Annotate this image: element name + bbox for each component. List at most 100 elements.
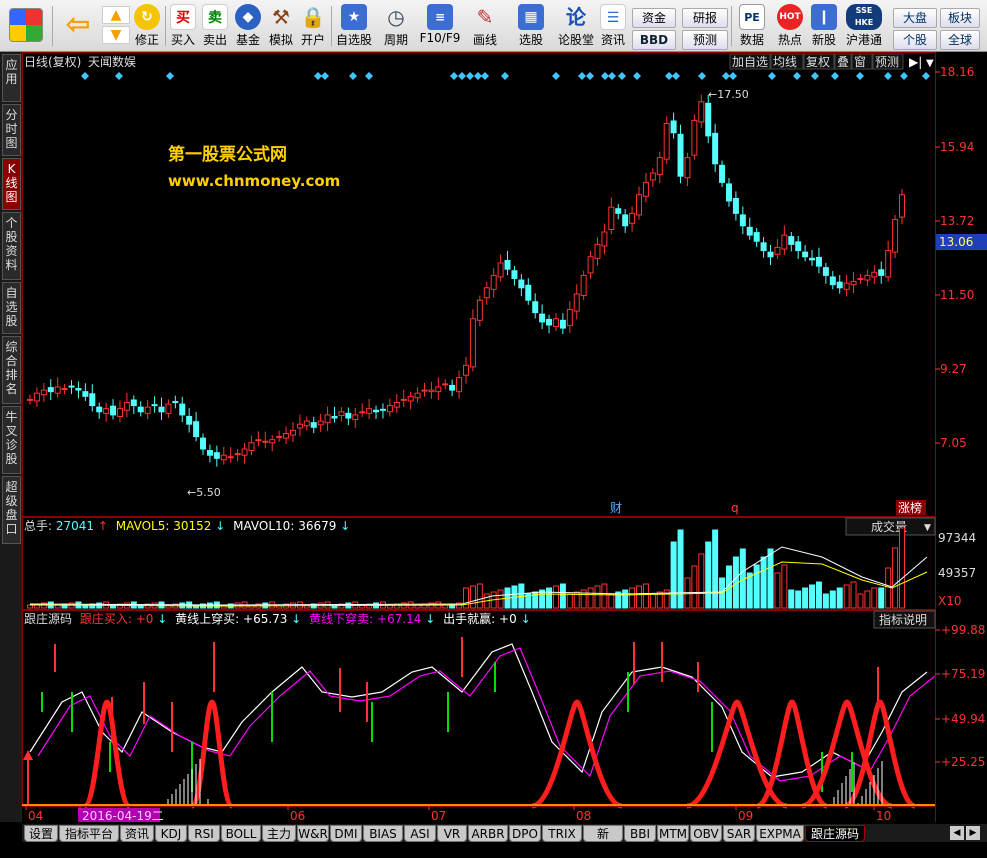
bottom-tab-rsi[interactable]: RSI xyxy=(188,825,220,842)
new-stock-button[interactable]: ❙ 新股 xyxy=(808,2,840,50)
candle-up xyxy=(698,101,705,123)
hk-connect-button[interactable]: SSE HKE 沪港通 xyxy=(842,2,886,50)
hot-button[interactable]: HOT 热点 xyxy=(774,2,806,50)
global-button[interactable]: 全球 xyxy=(940,30,980,50)
simulate-button[interactable]: ⚒ 模拟 xyxy=(266,2,296,50)
research-button[interactable]: 研报 xyxy=(682,8,728,28)
forum-button[interactable]: 论 论股堂 xyxy=(556,2,596,50)
bottom-tab-[interactable]: 资讯 xyxy=(120,825,154,842)
tabs-scroll-right-icon[interactable]: ▶ xyxy=(966,826,980,840)
candle-down xyxy=(518,279,525,289)
sector-button[interactable]: 板块 xyxy=(940,8,980,28)
candle-down xyxy=(878,269,885,276)
volume-up-arrow: ↑ xyxy=(98,519,108,533)
bottom-tab-asi[interactable]: ASI xyxy=(404,825,436,842)
watchlist-button[interactable]: ★ 自选股 xyxy=(334,2,374,50)
q-marker[interactable]: q xyxy=(731,501,739,515)
f10-button[interactable]: ≡ F10/F9 xyxy=(418,2,462,50)
refresh-button[interactable]: ↻ 修正 xyxy=(132,2,162,50)
bottom-tab-vr[interactable]: VR xyxy=(437,825,467,842)
candle-up xyxy=(352,414,359,421)
app-logo-icon xyxy=(9,8,43,42)
tab-kline[interactable]: K线图 xyxy=(2,158,21,210)
candle-down xyxy=(712,132,719,165)
pin-icon[interactable]: ▶| xyxy=(909,55,922,69)
bbd-button[interactable]: BBD xyxy=(632,30,676,50)
bottom-tab-kdj[interactable]: KDJ xyxy=(155,825,187,842)
bottom-tab-boll[interactable]: BOLL xyxy=(221,825,261,842)
volume-bar xyxy=(629,587,636,609)
price-axis: 18.16 15.94 13.72 11.50 9.27 7.05 xyxy=(935,65,974,450)
forecast-button[interactable]: 预测 xyxy=(682,30,728,50)
bottom-tab-[interactable]: 设置 xyxy=(24,825,58,842)
tab-watchlist[interactable]: 自选股 xyxy=(2,282,21,334)
candle-down xyxy=(753,232,760,242)
volume-bar xyxy=(843,584,850,609)
period-button[interactable]: ◷ 周期 xyxy=(378,2,414,50)
candle-up xyxy=(414,392,421,399)
signal-diamond xyxy=(365,72,373,80)
bottom-tab-expma[interactable]: EXPMA xyxy=(756,825,804,842)
financial-report-marker[interactable]: 财 xyxy=(610,501,622,515)
signal-diamond xyxy=(552,72,560,80)
bottom-tab-dpo[interactable]: DPO xyxy=(509,825,541,842)
app-logo-button[interactable] xyxy=(6,2,46,50)
candle-up xyxy=(54,386,61,394)
kline-chart-svg[interactable]: 日线(复权) 天闻数娱 加自选 均线 复权叠窗预测 ▶| ▼ 第一股票公式网 www… xyxy=(22,52,987,823)
stock-select-button[interactable]: ▦ 选股 xyxy=(510,2,552,50)
star-icon: ★ xyxy=(341,4,367,30)
clock-icon: ◷ xyxy=(387,5,405,29)
bottom-tab-dma[interactable]: 新DMA xyxy=(583,825,623,857)
new-stock-label: 新股 xyxy=(811,33,836,47)
down-arrow-icon[interactable]: ▼ xyxy=(102,26,130,44)
buy-button[interactable]: 买 买入 xyxy=(168,2,198,50)
signal-diamond xyxy=(608,72,616,80)
fund-button[interactable]: ◆ 基金 xyxy=(232,2,264,50)
bottom-tab-dmi[interactable]: DMI xyxy=(330,825,362,842)
bottom-tab-[interactable]: 主力 xyxy=(262,825,296,842)
bottom-tab-arbr[interactable]: ARBR xyxy=(468,825,508,842)
up-arrow-icon[interactable]: ▲ xyxy=(102,6,130,24)
volume-dropdown-icon[interactable]: ▼ xyxy=(924,523,931,533)
tab-diagnosis[interactable]: 牛叉诊股 xyxy=(2,406,21,474)
draw-line-button[interactable]: ✎ 画线 xyxy=(466,2,504,50)
back-button[interactable]: ⇦ xyxy=(58,2,98,50)
capital-button[interactable]: 资金 xyxy=(632,8,676,28)
candle-up xyxy=(850,281,857,286)
market-button[interactable]: 大盘 xyxy=(893,8,937,28)
sell-button[interactable]: 卖 卖出 xyxy=(200,2,230,50)
bottom-tab-bias[interactable]: BIAS xyxy=(363,825,403,842)
header-button-label-2: 复权 xyxy=(806,55,830,69)
bottom-tab-mtm[interactable]: MTM xyxy=(657,825,689,842)
bottom-tab-sar[interactable]: SAR xyxy=(723,825,755,842)
toolbar-separator xyxy=(52,6,53,46)
candle-up xyxy=(324,414,331,424)
tab-ranking[interactable]: 综合排名 xyxy=(2,336,21,404)
bottom-tab-[interactable]: 跟庄源码 xyxy=(805,825,865,842)
bottom-tab-[interactable]: 指标平台 xyxy=(59,825,119,842)
tab-app[interactable]: 应用 xyxy=(2,54,21,102)
volume-bar xyxy=(822,593,829,609)
data-button[interactable]: PE 数据 xyxy=(734,2,770,50)
bottom-tab-obv[interactable]: OBV xyxy=(690,825,722,842)
volume-bar xyxy=(469,585,476,609)
open-account-button[interactable]: 🔒 开户 xyxy=(298,2,328,50)
candle-up xyxy=(289,429,296,436)
yellow-down-arrow: ↓ xyxy=(425,612,435,626)
up-down-buttons[interactable]: ▲ ▼ xyxy=(102,2,130,50)
tab-intraday[interactable]: 分时图 xyxy=(2,104,21,156)
candle-down xyxy=(809,257,816,261)
tab-stock-info[interactable]: 个股资料 xyxy=(2,212,21,280)
stock-button[interactable]: 个股 xyxy=(893,30,937,50)
open-account-label: 开户 xyxy=(300,33,325,47)
tab-super-board[interactable]: 超级盘口 xyxy=(2,476,21,544)
volume-bar xyxy=(677,529,684,609)
bottom-tab-bbi[interactable]: BBI xyxy=(624,825,656,842)
menu-dropdown-icon[interactable]: ▼ xyxy=(926,58,934,69)
news-button[interactable]: ☰ 资讯 xyxy=(598,2,628,50)
bottom-tab-trix[interactable]: TRIX xyxy=(542,825,582,842)
kline-chart-area[interactable]: 日线(复权) 天闻数娱 加自选 均线 复权叠窗预测 ▶| ▼ 第一股票公式网 www… xyxy=(22,52,987,823)
candle-up xyxy=(843,282,850,290)
tabs-scroll-left-icon[interactable]: ◀ xyxy=(950,826,964,840)
bottom-tab-wr[interactable]: W&R xyxy=(297,825,329,842)
